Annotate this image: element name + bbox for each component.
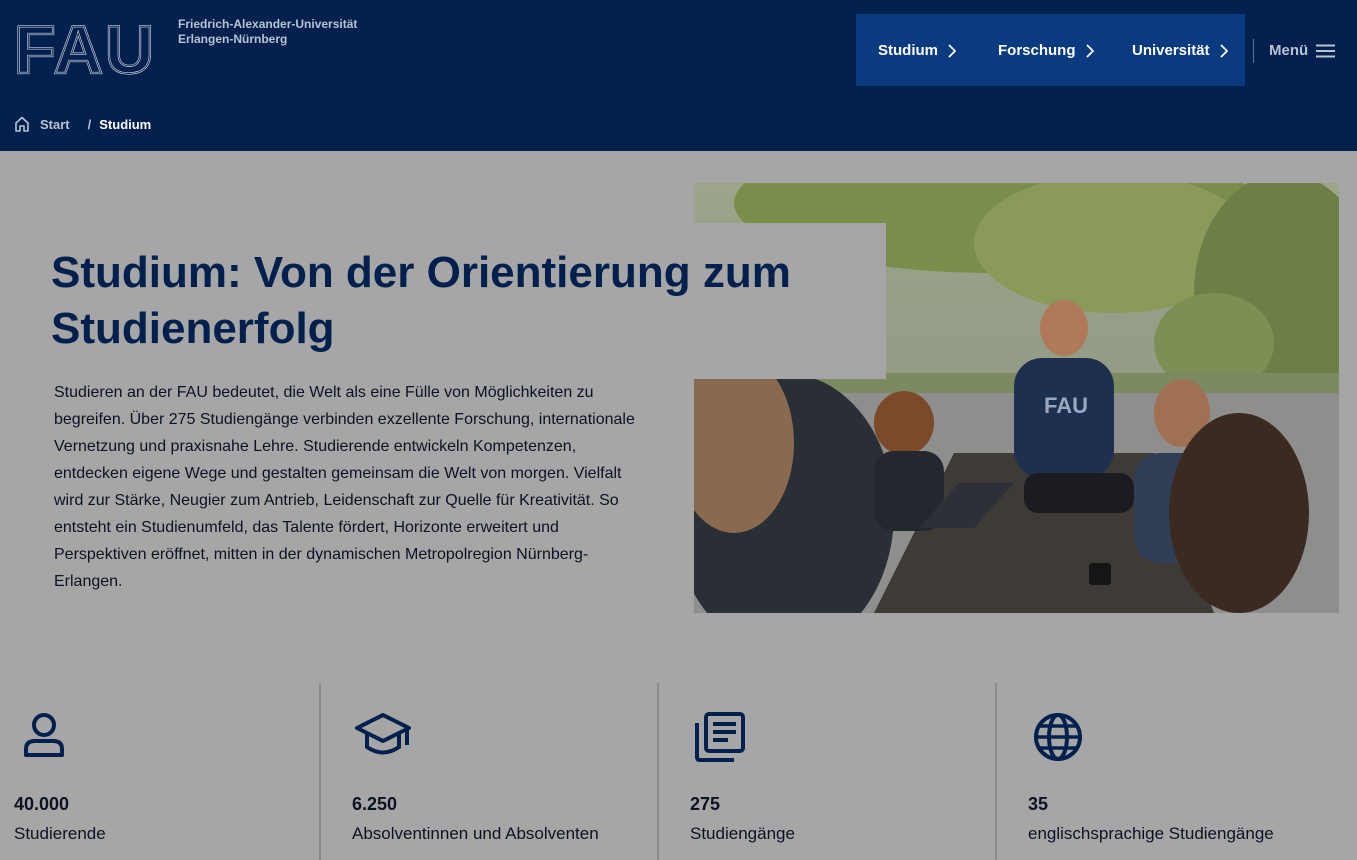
globe-icon: [1034, 713, 1082, 761]
nav-item-label: Universität: [1132, 42, 1210, 59]
nav-divider: [1253, 39, 1254, 63]
nav-item-label: Forschung: [998, 42, 1076, 59]
stats-divider: [319, 683, 321, 860]
breadcrumb-separator: /: [87, 116, 92, 132]
breadcrumb: Start / Studium: [14, 116, 151, 132]
nav-item-universitaet[interactable]: Universität: [1132, 42, 1228, 59]
nav-item-forschung[interactable]: Forschung: [998, 42, 1094, 59]
stat-value: 35: [1028, 794, 1049, 814]
chevron-right-icon: [1085, 43, 1094, 58]
stat-graduates: 6.250 Absolventinnen und Absolventen: [352, 683, 652, 860]
svg-text:FAU: FAU: [1044, 393, 1088, 418]
breadcrumb-current: Studium: [99, 116, 152, 132]
stat-value: 275: [690, 794, 721, 814]
site-header: FAU FAU Friedrich-Alexander-Universität …: [0, 0, 1357, 151]
university-name-line2: Erlangen-Nürnberg: [178, 32, 288, 46]
menu-button[interactable]: Menü: [1269, 42, 1336, 59]
home-icon: [15, 116, 29, 132]
stat-label: Studiengänge: [690, 824, 795, 843]
hamburger-icon: [1316, 44, 1336, 57]
stat-value: 6.250: [352, 794, 398, 814]
stats-divider: [995, 683, 997, 860]
intro-text: Studieren an der FAU bedeutet, die Welt …: [54, 384, 635, 590]
graduation-cap-icon: [355, 713, 411, 755]
nav-item-studium[interactable]: Studium: [878, 42, 956, 59]
chevron-right-icon: [1219, 43, 1228, 58]
fau-logo[interactable]: FAU FAU Friedrich-Alexander-Universität …: [14, 17, 357, 77]
stat-students: 40.000 Studierende: [14, 683, 314, 860]
main-navigation: Studium Forschung Universität: [856, 14, 1245, 86]
stats-divider: [657, 683, 659, 860]
breadcrumb-home-label: Start: [40, 116, 70, 132]
stat-value: 40.000: [14, 794, 70, 814]
stat-programs: 275 Studiengänge: [690, 683, 990, 860]
stat-label: Studierende: [14, 824, 106, 843]
chevron-right-icon: [948, 43, 956, 58]
stat-label: Absolventinnen und Absolventen: [352, 824, 599, 843]
menu-label: Menü: [1269, 42, 1309, 59]
stat-english-programs: 35 englischsprachige Studiengänge: [1028, 683, 1348, 860]
university-name-line1: Friedrich-Alexander-Universität: [178, 17, 358, 31]
stats-section: 40.000 Studierende 6.250 Absolventinnen …: [0, 683, 1357, 860]
stat-label: englischsprachige Studiengänge: [1028, 824, 1274, 843]
breadcrumb-home-link[interactable]: Start: [14, 116, 70, 132]
page-title: Studium: Von der Orientierung zum Studie…: [51, 248, 791, 353]
nav-item-label: Studium: [878, 42, 938, 59]
person-icon: [24, 713, 64, 757]
university-name: Friedrich-Alexander-Universität Erlangen…: [178, 17, 357, 47]
document-list-icon: [695, 712, 745, 762]
fau-logo-mark: FAU FAU: [14, 17, 156, 77]
svg-text:FAU: FAU: [14, 17, 156, 77]
